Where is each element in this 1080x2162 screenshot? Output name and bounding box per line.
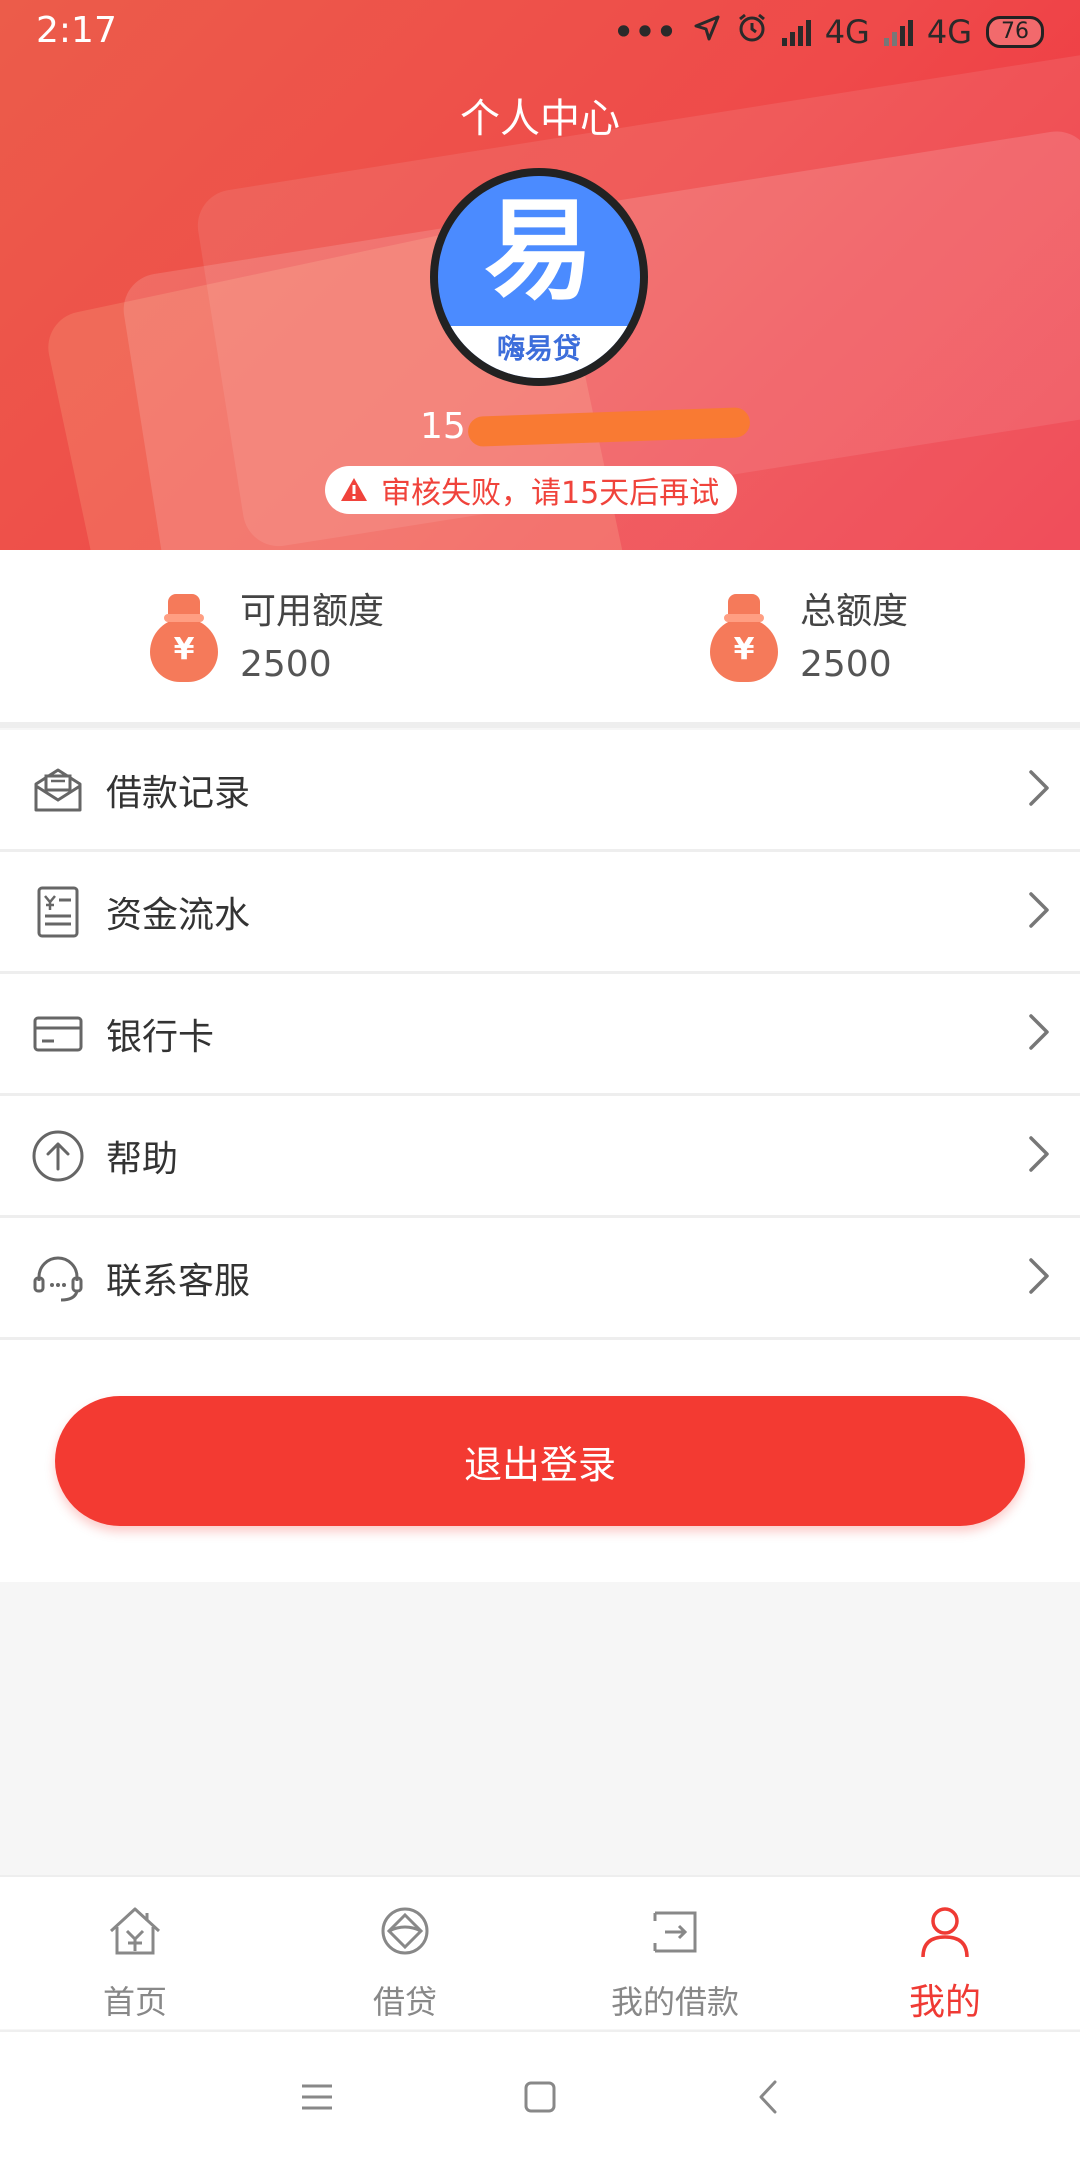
warning-icon bbox=[339, 475, 369, 505]
headset-icon bbox=[30, 1250, 86, 1306]
logo-glyph: 易 bbox=[484, 187, 594, 315]
bank-card-icon bbox=[30, 1006, 86, 1062]
location-arrow-icon bbox=[692, 13, 722, 51]
menu-list: 借款记录 资金流水 银行卡 帮助 联系客服 bbox=[0, 730, 1080, 1340]
available-credit: ¥ 可用额度 2500 bbox=[150, 590, 384, 686]
menu-item-label: 银行卡 bbox=[106, 1016, 215, 1058]
alarm-icon bbox=[736, 12, 768, 52]
menu-item-loan-records[interactable]: 借款记录 bbox=[0, 730, 1080, 852]
envelope-icon bbox=[30, 762, 86, 818]
network-type-1: 4G bbox=[824, 13, 870, 51]
chevron-right-icon bbox=[1026, 1134, 1052, 1178]
status-bar: 2:17 ••• 4G 4G 76 bbox=[0, 0, 1080, 68]
available-credit-label: 可用额度 bbox=[240, 591, 385, 632]
app-logo-icon: 易 嗨易贷 bbox=[438, 176, 640, 378]
menu-item-help[interactable]: 帮助 bbox=[0, 1096, 1080, 1218]
menu-item-label: 借款记录 bbox=[106, 772, 251, 814]
tab-label: 首页 bbox=[102, 1983, 167, 2021]
chevron-right-icon bbox=[1026, 890, 1052, 934]
more-dots-icon: ••• bbox=[613, 13, 678, 51]
arrow-up-circle-icon bbox=[30, 1128, 86, 1184]
chevron-right-icon bbox=[1026, 1012, 1052, 1056]
system-navigation-bar bbox=[0, 2030, 1080, 2162]
battery-icon: 76 bbox=[986, 16, 1044, 48]
total-credit-value: 2500 bbox=[800, 644, 892, 686]
back-icon[interactable] bbox=[738, 2072, 798, 2122]
review-status-text: 审核失败，请15天后再试 bbox=[381, 476, 720, 511]
bottom-tab-bar: 首页 借贷 我的借款 我的 bbox=[0, 1875, 1080, 2029]
signal-strength-icon bbox=[781, 18, 811, 46]
credit-summary: ¥ 可用额度 2500 ¥ 总额度 2500 bbox=[0, 550, 1080, 728]
signal-strength-icon bbox=[883, 18, 913, 46]
status-icons: ••• 4G 4G 76 bbox=[613, 12, 1044, 52]
logout-section: 退出登录 bbox=[0, 1340, 1080, 1582]
review-status-badge: 审核失败，请15天后再试 bbox=[325, 466, 738, 514]
menu-item-bank-card[interactable]: 银行卡 bbox=[0, 974, 1080, 1096]
tab-label: 借贷 bbox=[372, 1983, 437, 2021]
menu-icon[interactable] bbox=[287, 2072, 347, 2122]
home-square-icon[interactable] bbox=[510, 2072, 570, 2122]
menu-item-label: 资金流水 bbox=[106, 894, 251, 936]
logout-button[interactable]: 退出登录 bbox=[55, 1396, 1025, 1526]
tab-label: 我的借款 bbox=[610, 1983, 739, 2021]
tab-label: 我的 bbox=[908, 1982, 981, 2023]
avatar[interactable]: 易 嗨易贷 bbox=[430, 168, 648, 386]
loan-icon bbox=[375, 1901, 435, 1961]
menu-item-customer-service[interactable]: 联系客服 bbox=[0, 1218, 1080, 1340]
total-credit: ¥ 总额度 2500 bbox=[710, 590, 908, 686]
my-loans-icon bbox=[645, 1901, 705, 1961]
profile-header: 2:17 ••• 4G 4G 76 个人中心 易 嗨易贷 15 审核失败，请15 bbox=[0, 0, 1080, 550]
chevron-right-icon bbox=[1026, 768, 1052, 812]
money-bag-icon: ¥ bbox=[710, 594, 778, 683]
available-credit-value: 2500 bbox=[240, 644, 332, 686]
page-title: 个人中心 bbox=[460, 96, 620, 142]
tab-profile[interactable]: 我的 bbox=[810, 1877, 1080, 2029]
menu-item-fund-flow[interactable]: 资金流水 bbox=[0, 852, 1080, 974]
home-icon bbox=[105, 1901, 165, 1961]
network-type-2: 4G bbox=[926, 13, 972, 51]
tab-home[interactable]: 首页 bbox=[0, 1877, 270, 2029]
receipt-icon bbox=[30, 884, 86, 940]
logo-brand-text: 嗨易贷 bbox=[438, 326, 640, 378]
phone-number: 15 bbox=[420, 406, 466, 447]
status-time: 2:17 bbox=[36, 10, 117, 51]
tab-my-loans[interactable]: 我的借款 bbox=[540, 1877, 810, 2029]
menu-item-label: 联系客服 bbox=[106, 1260, 251, 1302]
total-credit-label: 总额度 bbox=[800, 591, 909, 632]
chevron-right-icon bbox=[1026, 1256, 1052, 1300]
profile-icon bbox=[915, 1901, 975, 1961]
tab-loan[interactable]: 借贷 bbox=[270, 1877, 540, 2029]
money-bag-icon: ¥ bbox=[150, 594, 218, 683]
menu-item-label: 帮助 bbox=[106, 1138, 179, 1180]
